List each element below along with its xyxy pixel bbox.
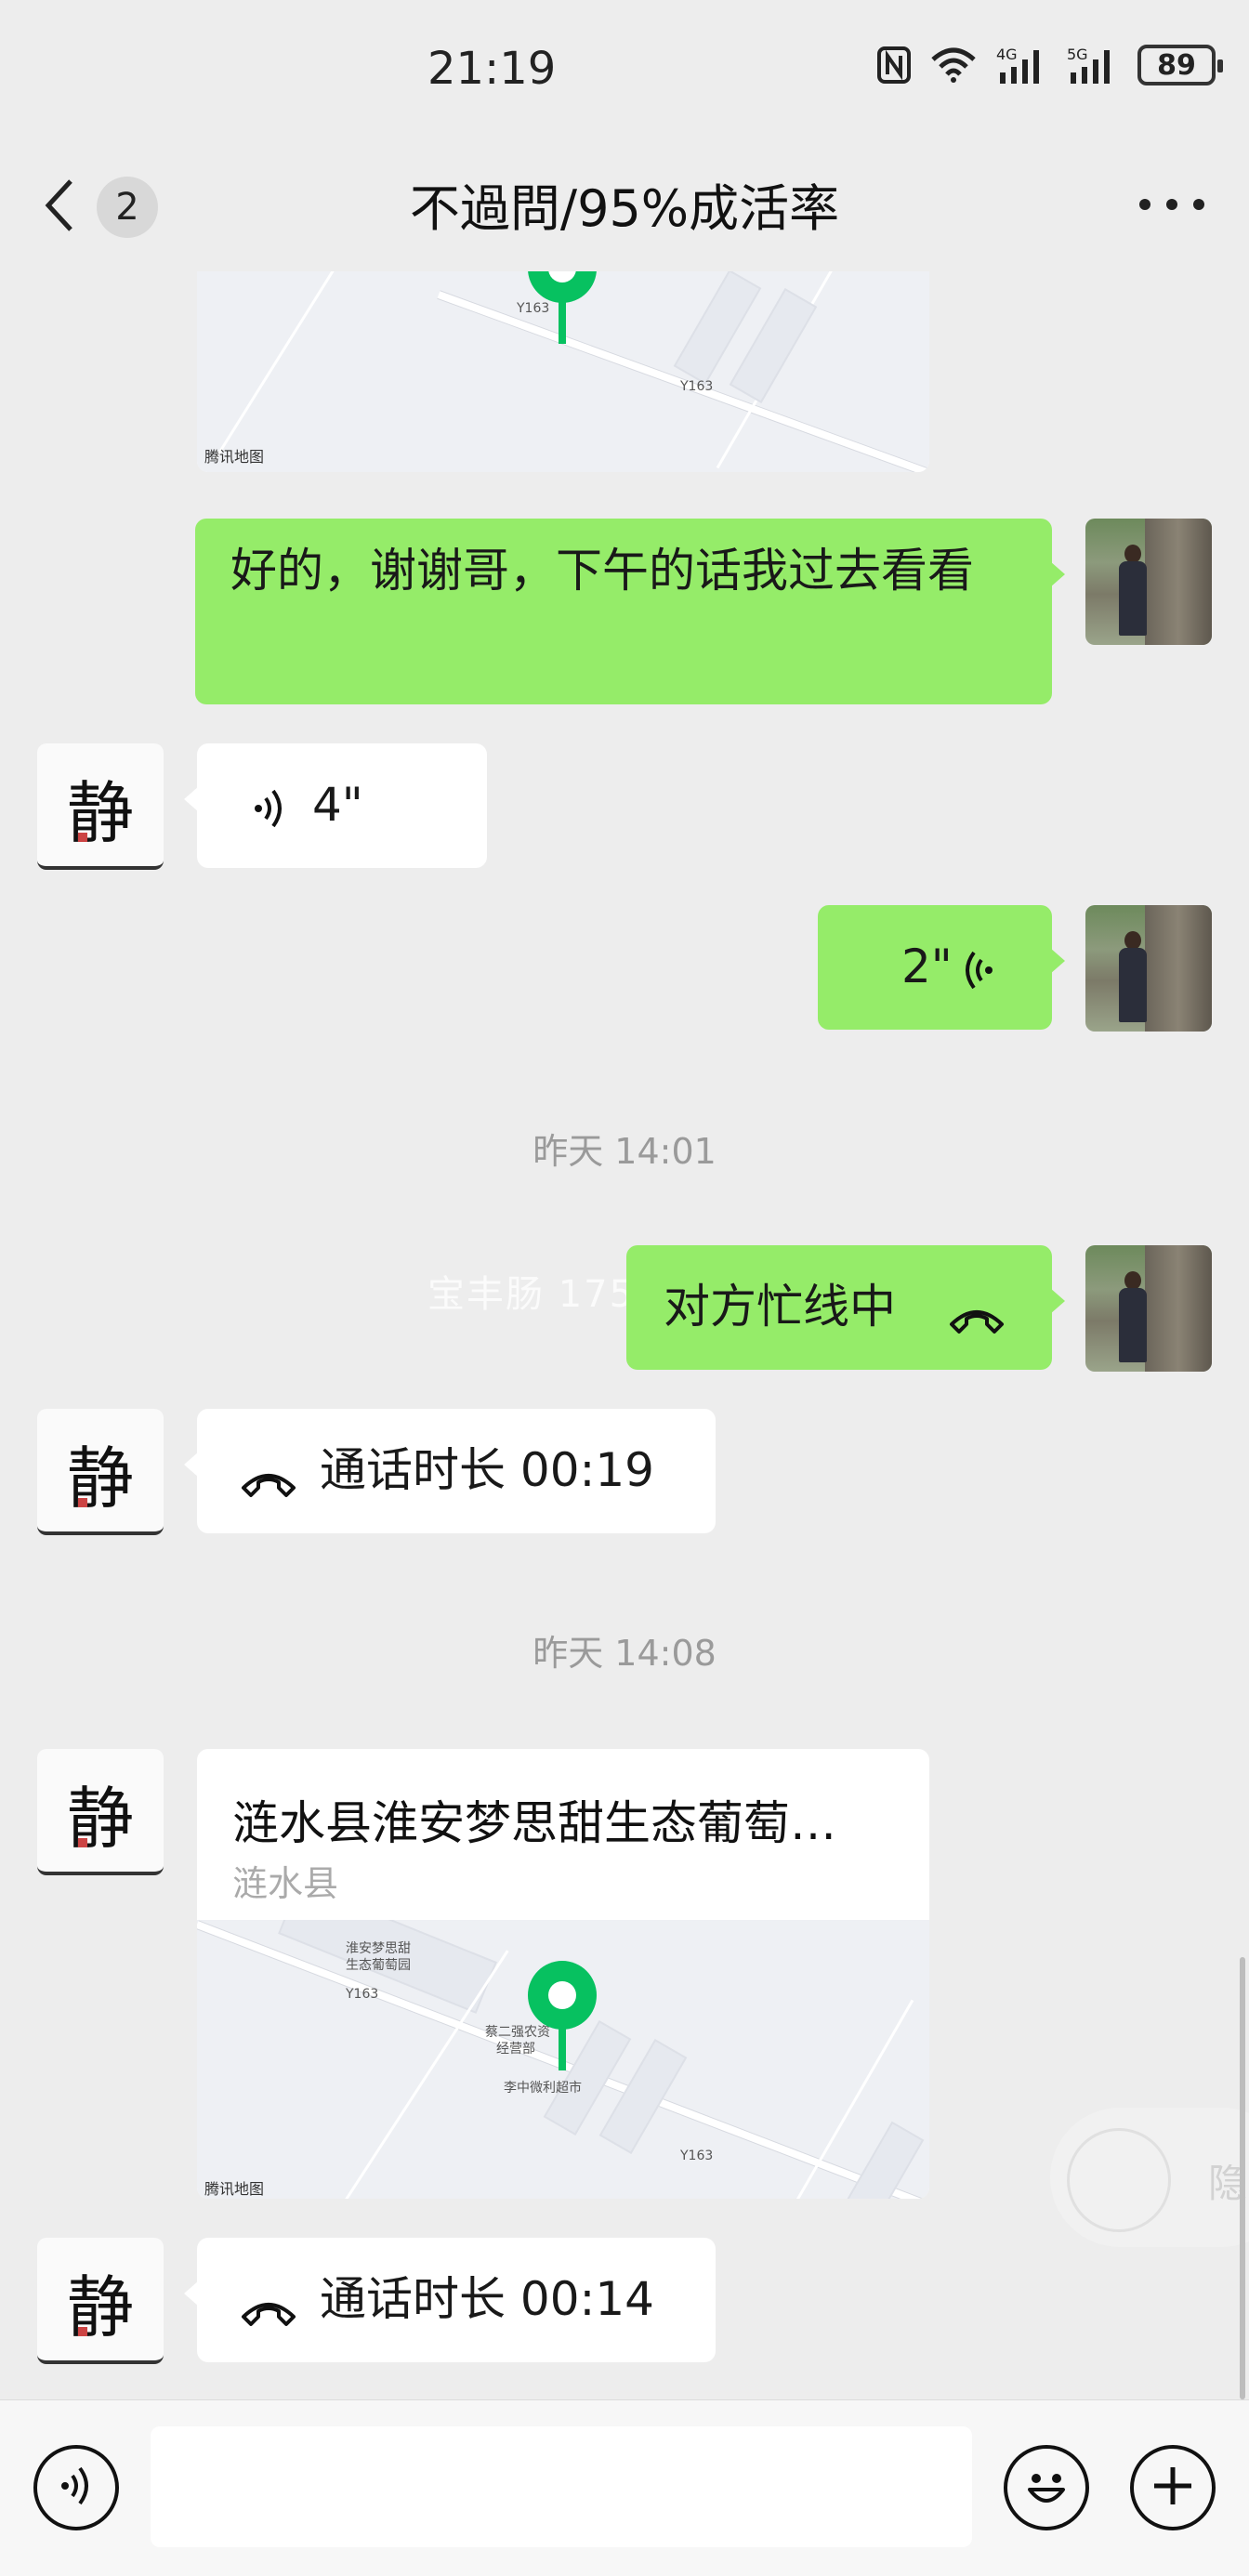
wifi-icon — [929, 46, 978, 84]
input-bar — [0, 2399, 1249, 2576]
phone-hangup-icon — [238, 1452, 299, 1518]
call-message-received[interactable]: 通话时长 00:14 — [184, 2238, 716, 2362]
voice-wave-icon — [253, 782, 290, 849]
self-avatar[interactable] — [1085, 1245, 1212, 1372]
map-preview: 淮安梦思甜 生态葡萄园 Y163 蔡二强农资 经营部 李中微利超市 Y163 腾… — [197, 1920, 929, 2199]
emoji-icon — [1019, 2458, 1074, 2517]
message-timestamp: 昨天 14:01 — [532, 1131, 717, 1172]
map-preview: Y163 Y163 腾讯地图 — [197, 271, 929, 472]
scrollbar[interactable] — [1240, 1957, 1245, 2399]
location-card[interactable]: 涟水县淮安梦思甜生态葡萄… 涟水县 淮安梦思甜 生态葡萄园 Y163 蔡二强农资… — [197, 1749, 929, 2199]
floating-hide-button[interactable]: 隐 — [1050, 2108, 1249, 2247]
voice-message-received[interactable]: 4" — [184, 743, 487, 868]
call-duration-text: 通话时长 00:14 — [320, 2272, 654, 2326]
location-title: 涟水县淮安梦思甜生态葡萄… — [232, 1796, 836, 1850]
svg-text:5G: 5G — [1067, 46, 1088, 63]
emoji-button[interactable] — [1004, 2445, 1089, 2530]
message-bubble-sent[interactable]: 好的，谢谢哥，下午的话我过去看看 — [195, 519, 1065, 704]
contact-avatar[interactable]: 静 — [37, 2238, 164, 2364]
voice-icon — [58, 2463, 95, 2513]
more-button[interactable] — [1139, 177, 1204, 232]
battery-icon: 89 — [1137, 45, 1223, 85]
avatar-calligraphy: 静 — [66, 2267, 134, 2346]
message-input[interactable] — [151, 2426, 972, 2547]
status-icons: 4G 5G 89 — [877, 45, 1223, 85]
voice-message-sent[interactable]: 2" — [818, 905, 1065, 1030]
svg-text:4G: 4G — [996, 46, 1018, 63]
self-avatar[interactable] — [1085, 905, 1212, 1032]
map-pin-icon — [528, 1961, 597, 2070]
avatar-calligraphy: 静 — [66, 1439, 134, 1518]
5g-signal-icon: 5G — [1067, 45, 1119, 85]
message-list[interactable]: Y163 Y163 腾讯地图 好的，谢谢哥，下午的话我过去看看 静 4" 2" — [0, 271, 1249, 2399]
map-poi-label: 生态葡萄园 — [346, 1958, 411, 1973]
4g-signal-icon: 4G — [996, 45, 1048, 85]
phone-hangup-icon — [238, 2280, 299, 2347]
contact-avatar[interactable]: 静 — [37, 1749, 164, 1875]
chat-title: 不過問/95%成活率 — [409, 179, 840, 238]
voice-input-button[interactable] — [33, 2445, 119, 2530]
voice-duration: 4" — [312, 778, 363, 832]
more-icon-dot — [1193, 199, 1204, 210]
status-bar: 21:19 4G 5G 89 — [0, 0, 1249, 139]
battery-level: 89 — [1157, 48, 1196, 82]
avatar-calligraphy: 静 — [66, 1779, 134, 1858]
map-credit: 腾讯地图 — [204, 448, 265, 466]
nfc-icon — [877, 46, 911, 84]
call-message-sent[interactable]: 对方忙线中 — [626, 1245, 1065, 1370]
avatar-calligraphy: 静 — [66, 773, 134, 852]
more-icon-dot — [1139, 199, 1150, 210]
message-text: 好的，谢谢哥，下午的话我过去看看 — [230, 544, 974, 598]
map-poi-label: 李中微利超市 — [504, 2081, 582, 2096]
voice-duration: 2" — [901, 940, 953, 993]
voice-wave-icon — [957, 944, 994, 1011]
plus-icon — [1150, 2463, 1196, 2513]
call-message-received[interactable]: 通话时长 00:19 — [184, 1409, 716, 1533]
location-subtitle: 涟水县 — [232, 1863, 339, 1904]
contact-avatar[interactable]: 静 — [37, 1409, 164, 1535]
map-poi-label: 淮安梦思甜 — [346, 1941, 411, 1956]
phone-hangup-icon — [946, 1288, 1007, 1355]
call-status-text: 对方忙线中 — [664, 1280, 896, 1334]
more-actions-button[interactable] — [1130, 2445, 1216, 2530]
map-road-label: Y163 — [680, 2149, 714, 2163]
contact-avatar[interactable]: 静 — [37, 743, 164, 870]
more-icon-dot — [1166, 199, 1177, 210]
location-card-partial[interactable]: Y163 Y163 腾讯地图 — [197, 271, 929, 472]
call-duration-text: 通话时长 00:19 — [320, 1443, 654, 1497]
map-credit: 腾讯地图 — [204, 2180, 265, 2198]
status-time: 21:19 — [427, 43, 557, 95]
message-timestamp: 昨天 14:08 — [532, 1633, 717, 1674]
shield-icon — [1067, 2128, 1171, 2232]
map-pin-icon — [528, 271, 597, 344]
self-avatar[interactable] — [1085, 519, 1212, 645]
chat-header: 2 不過問/95%成活率 — [0, 139, 1249, 271]
map-road-label: Y163 — [680, 379, 714, 394]
map-road-label: Y163 — [346, 1987, 379, 2002]
